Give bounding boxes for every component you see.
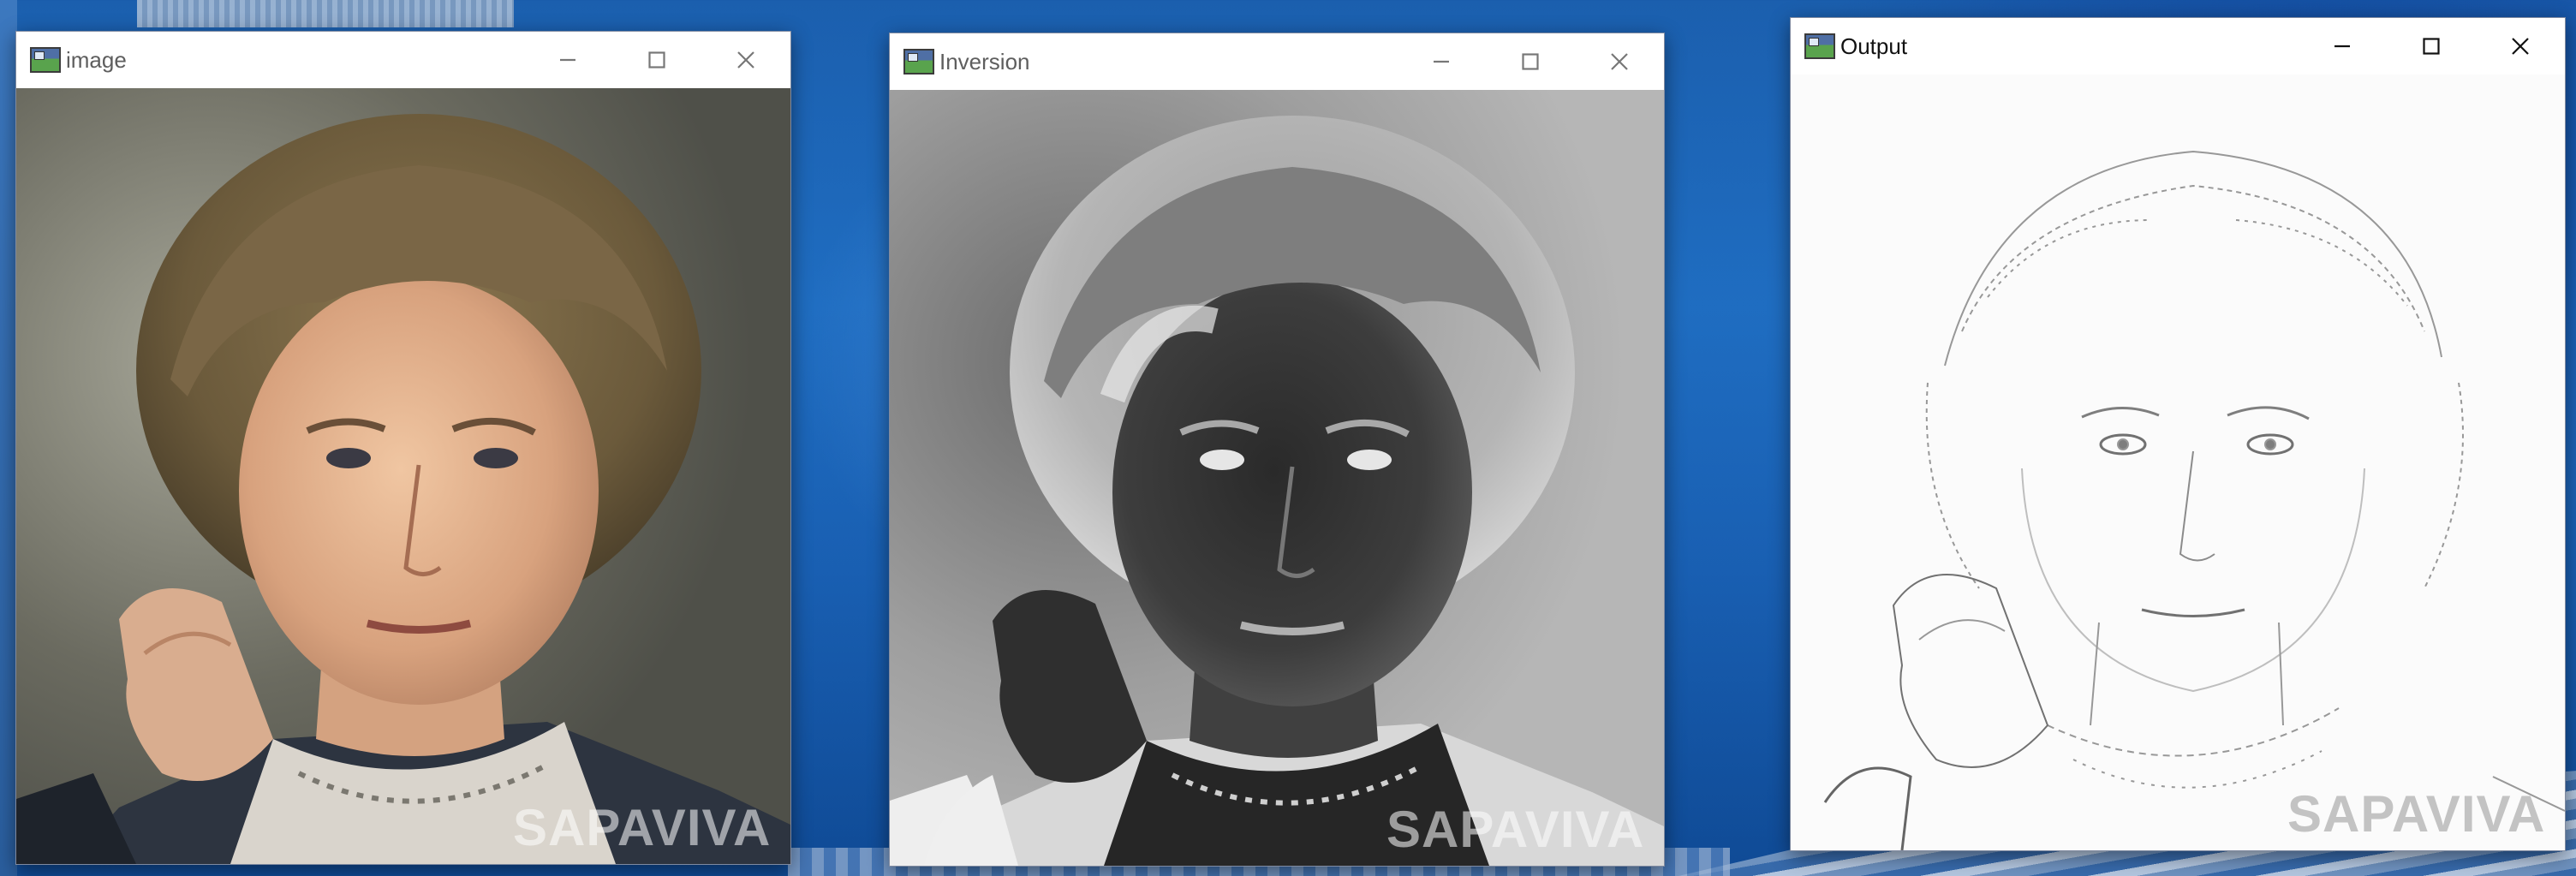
titlebar-inversion[interactable]: Inversion	[890, 33, 1664, 90]
output-canvas: SAPAVIVA	[1791, 74, 2565, 850]
maximize-button[interactable]	[2387, 18, 2476, 74]
inverted-photo	[890, 90, 1664, 866]
close-icon	[1611, 53, 1628, 70]
portrait-photo	[16, 88, 790, 864]
titlebar-output[interactable]: Output	[1791, 18, 2565, 74]
window-title: Inversion	[939, 48, 1030, 74]
window-title: Output	[1840, 33, 1908, 59]
titlebar-image[interactable]: image	[16, 32, 790, 88]
window-title: image	[66, 46, 127, 73]
maximize-icon	[1522, 53, 1539, 70]
image-viewer-icon	[903, 49, 934, 74]
image-viewer-icon	[1804, 33, 1835, 59]
close-button[interactable]	[1575, 33, 1664, 90]
maximize-button[interactable]	[612, 32, 701, 88]
desktop-edge	[0, 0, 17, 876]
minimize-button[interactable]	[2298, 18, 2387, 74]
window-inversion[interactable]: Inversion SAPAVIVA	[889, 33, 1665, 867]
close-icon	[2512, 38, 2529, 55]
inversion-canvas: SAPAVIVA	[890, 90, 1664, 866]
maximize-button[interactable]	[1486, 33, 1575, 90]
watermark: SAPAVIVA	[2287, 785, 2546, 843]
watermark: SAPAVIVA	[1386, 801, 1645, 858]
close-button[interactable]	[701, 32, 790, 88]
maximize-icon	[648, 51, 665, 69]
minimize-icon	[560, 58, 575, 62]
close-button[interactable]	[2476, 18, 2565, 74]
minimize-icon	[2334, 45, 2350, 48]
minimize-button[interactable]	[523, 32, 612, 88]
image-canvas: SAPAVIVA	[16, 88, 790, 864]
image-viewer-icon	[30, 47, 61, 73]
minimize-button[interactable]	[1397, 33, 1486, 90]
window-output[interactable]: Output SAPAVIVA	[1790, 17, 2566, 851]
maximize-icon	[2423, 38, 2440, 55]
window-image[interactable]: image SAPAVIVA	[15, 31, 791, 865]
watermark: SAPAVIVA	[513, 799, 772, 856]
minimize-icon	[1434, 60, 1449, 63]
pencil-sketch	[1791, 74, 2565, 850]
close-icon	[737, 51, 754, 69]
desktop-wallpaper-detail	[137, 0, 514, 27]
